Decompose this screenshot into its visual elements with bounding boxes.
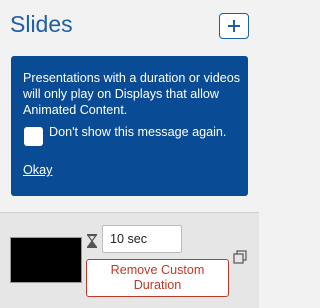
dont-show-again-checkbox[interactable] bbox=[24, 127, 43, 146]
panel-header: Slides bbox=[0, 0, 259, 50]
panel-title: Slides bbox=[10, 11, 73, 37]
animated-content-notice: Presentations with a duration or videos … bbox=[11, 56, 248, 196]
hourglass-icon bbox=[86, 234, 98, 248]
plus-icon bbox=[228, 20, 240, 32]
copy-icon[interactable] bbox=[233, 250, 247, 264]
remove-custom-duration-button[interactable]: Remove Custom Duration bbox=[86, 259, 229, 297]
duration-input[interactable] bbox=[102, 225, 182, 253]
dont-show-again-label[interactable]: Don't show this message again. bbox=[49, 124, 239, 140]
notice-message: Presentations with a duration or videos … bbox=[23, 71, 241, 117]
slides-panel: Slides Presentations with a duration or … bbox=[0, 0, 259, 308]
slide-thumbnail[interactable] bbox=[10, 237, 82, 283]
slide-item: Remove Custom Duration bbox=[0, 212, 259, 308]
add-slide-button[interactable] bbox=[219, 13, 249, 39]
okay-link[interactable]: Okay bbox=[23, 163, 52, 177]
